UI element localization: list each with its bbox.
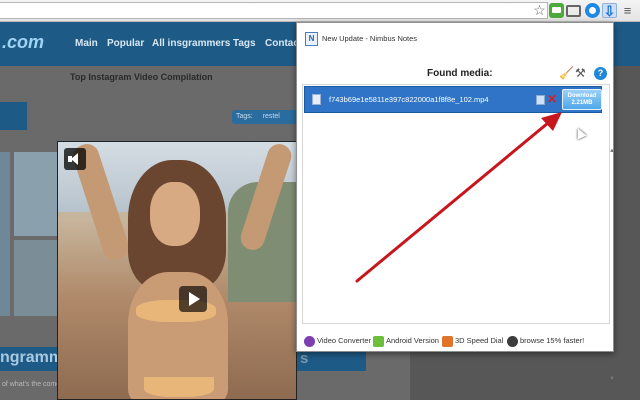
- volume-icon[interactable]: [64, 148, 86, 170]
- browse-faster-link[interactable]: browse 15% faster!: [507, 335, 584, 347]
- section-title: Top Instagram Video Compilation: [70, 72, 213, 82]
- tags-pill[interactable]: Tags: restel: [232, 110, 300, 124]
- popup-footer: Video Converter Android Version 3D Speed…: [302, 332, 610, 350]
- delete-icon[interactable]: ✕: [547, 92, 557, 107]
- globe-icon: [507, 335, 518, 347]
- download-button[interactable]: Download 2.21MB: [562, 89, 602, 110]
- site-logo[interactable]: .com: [2, 32, 44, 53]
- download-button-label: Download: [567, 93, 597, 99]
- video-converter-link[interactable]: Video Converter: [304, 335, 371, 347]
- nav-all-insgrammers[interactable]: All insgrammers: [152, 38, 230, 49]
- footer-label: Android Version: [386, 336, 439, 345]
- menu-icon[interactable]: ≡: [620, 3, 635, 18]
- video-player[interactable]: [57, 141, 297, 400]
- promo-text: New Update - Nimbus Notes: [322, 34, 418, 43]
- side-tab[interactable]: [0, 102, 27, 130]
- nav-main[interactable]: Main: [75, 38, 98, 49]
- video-face: [150, 182, 200, 246]
- nav-popular[interactable]: Popular: [107, 38, 144, 49]
- android-icon: [373, 335, 384, 347]
- found-media-label: Found media:: [427, 68, 493, 79]
- footer-label: Video Converter: [317, 336, 372, 345]
- video-converter-icon: [304, 335, 315, 347]
- download-extension-icon[interactable]: ⇩: [602, 3, 617, 19]
- nav-contact[interactable]: Contac: [265, 38, 299, 49]
- cast-icon[interactable]: [566, 5, 581, 17]
- blue-extension-icon[interactable]: [585, 3, 600, 18]
- copy-icon[interactable]: [536, 95, 545, 105]
- download-size: 2.21MB: [571, 100, 593, 106]
- tags-label: Tags:: [236, 113, 253, 120]
- green-extension-icon[interactable]: [549, 3, 564, 18]
- video-downloader-popup: N New Update - Nimbus Notes Found media:…: [296, 22, 615, 382]
- video-file-icon: [312, 94, 321, 105]
- footer-label: 3D Speed Dial: [455, 336, 504, 345]
- video-clothing: [144, 377, 214, 397]
- speed-dial-icon: [442, 335, 453, 347]
- footer-label: browse 15% faster!: [520, 336, 585, 345]
- speed-dial-link[interactable]: 3D Speed Dial: [442, 335, 503, 347]
- browser-toolbar: ☆ ⇩ ≡: [0, 0, 640, 22]
- help-icon[interactable]: ?: [594, 67, 607, 80]
- media-item[interactable]: f743b69e1e5811e397c822000a1f8f8e_102.mp4…: [304, 86, 602, 113]
- android-version-link[interactable]: Android Version: [373, 335, 439, 347]
- nav-tags[interactable]: Tags: [233, 38, 256, 49]
- media-list: f743b69e1e5811e397c822000a1f8f8e_102.mp4…: [302, 84, 615, 382]
- scroll-up-icon[interactable]: ▲: [609, 148, 615, 154]
- tags-value: restel: [262, 113, 280, 120]
- play-icon[interactable]: [179, 286, 207, 312]
- tools-icon[interactable]: ⚒: [575, 66, 586, 80]
- thumbnail[interactable]: [0, 152, 10, 316]
- file-name: f743b69e1e5811e397c822000a1f8f8e_102.mp4: [329, 95, 489, 104]
- nimbus-notes-icon: N: [305, 32, 318, 46]
- star-icon[interactable]: ☆: [532, 3, 547, 18]
- broom-icon[interactable]: 🧹: [559, 66, 574, 80]
- scroll-down-icon[interactable]: ▼: [609, 376, 615, 382]
- address-bar[interactable]: [0, 2, 548, 19]
